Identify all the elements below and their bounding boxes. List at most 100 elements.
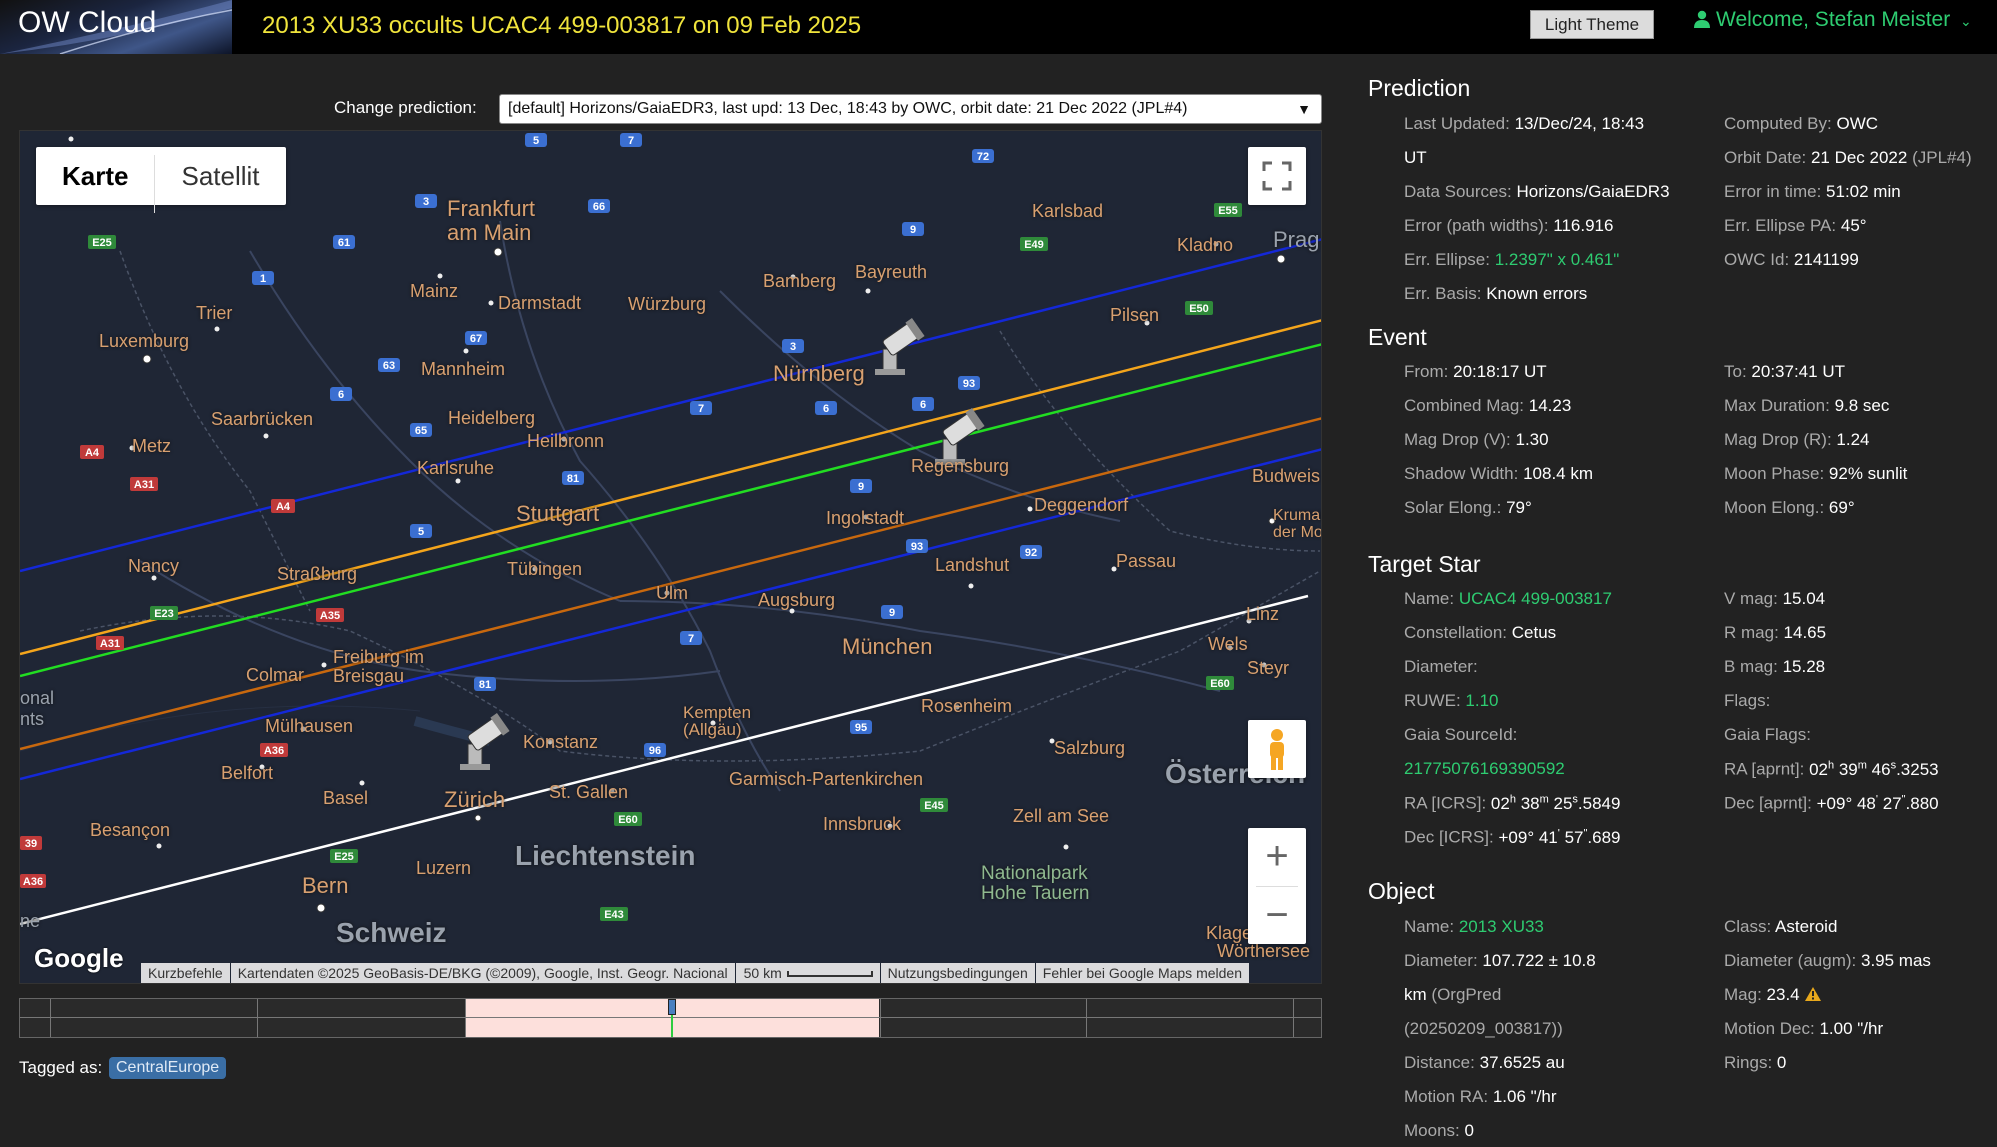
city-label: Karlsruhe bbox=[417, 458, 495, 478]
shadow-width-row: Shadow Width: 108.4 km bbox=[1404, 464, 1594, 483]
chevron-down-icon: ▼ bbox=[1297, 101, 1311, 117]
city-label: nts bbox=[20, 709, 45, 729]
object-name-row: Name: 2013 XU33 bbox=[1404, 917, 1544, 936]
page-title: 2013 XU33 occults UCAC4 499-003817 on 09… bbox=[262, 12, 862, 39]
ellipse-link[interactable]: 1.2397" x 0.461" bbox=[1495, 250, 1620, 269]
rings-row: Rings: 0 bbox=[1724, 1053, 1787, 1072]
last-updated-row: Last Updated: 13/Dec/24, 18:43 bbox=[1404, 114, 1645, 133]
svg-text:61: 61 bbox=[338, 237, 350, 249]
mag-drop-v-row: Mag Drop (V): 1.30 bbox=[1404, 430, 1549, 449]
svg-text:9: 9 bbox=[889, 607, 895, 619]
svg-text:A31: A31 bbox=[100, 638, 120, 650]
timeline-slider-handle[interactable] bbox=[667, 999, 676, 1015]
zoom-in-button[interactable]: + bbox=[1248, 828, 1306, 886]
svg-text:81: 81 bbox=[479, 679, 491, 691]
zoom-control: + − bbox=[1248, 828, 1306, 944]
orbit-date-row: Orbit Date: 21 Dec 2022 (JPL#4) bbox=[1724, 148, 1972, 167]
city-label: Basel bbox=[323, 788, 369, 808]
svg-text:67: 67 bbox=[470, 333, 482, 345]
svg-text:A35: A35 bbox=[320, 610, 340, 622]
city-label: Passau bbox=[1116, 551, 1177, 571]
city-label: Luxemburg bbox=[99, 331, 190, 351]
city-label: Wels bbox=[1208, 634, 1248, 654]
map-type-control: Karte Satellit bbox=[36, 147, 286, 213]
ellipse-row: Err. Ellipse: 1.2397" x 0.461" bbox=[1404, 250, 1620, 269]
svg-text:6: 6 bbox=[823, 403, 829, 415]
timeline-center-line bbox=[670, 1015, 673, 1037]
city-label: St. Gallen bbox=[549, 782, 629, 802]
combined-mag-row: Combined Mag: 14.23 bbox=[1404, 396, 1572, 415]
zoom-out-button[interactable]: − bbox=[1248, 887, 1306, 945]
svg-text:E60: E60 bbox=[1210, 678, 1230, 690]
city-label: Nancy bbox=[128, 556, 180, 576]
warning-icon bbox=[1805, 987, 1822, 1001]
map-type-satellit-button[interactable]: Satellit bbox=[155, 147, 285, 205]
svg-text:1: 1 bbox=[260, 273, 266, 285]
error-path-row: Error (path widths): 116.916 bbox=[1404, 216, 1614, 235]
city-label: Kladno bbox=[1177, 235, 1234, 255]
object-diameter-row: Diameter: 107.722 ± 10.8 bbox=[1404, 951, 1596, 970]
rmag-row: R mag: 14.65 bbox=[1724, 623, 1827, 642]
ra-aprnt-row: RA [aprnt]: 02h 39m 46s.3253 bbox=[1724, 759, 1939, 779]
city-label: Saarbrücken bbox=[211, 409, 314, 429]
svg-text:9: 9 bbox=[858, 481, 864, 493]
svg-text:A36: A36 bbox=[264, 745, 284, 757]
terms-link[interactable]: Nutzungsbedingungen bbox=[880, 963, 1035, 983]
flags-row: Flags: bbox=[1724, 691, 1771, 710]
city-label: München bbox=[842, 634, 933, 659]
telescope-icon[interactable] bbox=[875, 317, 925, 375]
city-label: Mainz bbox=[410, 281, 459, 301]
event-heading: Event bbox=[1368, 324, 1427, 350]
gaia-flags-row: Gaia Flags: bbox=[1724, 725, 1811, 744]
svg-text:E25: E25 bbox=[334, 851, 354, 863]
telescope-icon[interactable] bbox=[460, 712, 510, 770]
tag-badge[interactable]: CentralEurope bbox=[109, 1057, 227, 1079]
star-name-link[interactable]: UCAC4 499-003817 bbox=[1459, 589, 1612, 608]
city-label: Steyr bbox=[1247, 658, 1290, 678]
map-view[interactable]: 5 7 72 3 66 61 1 9 67 63 3 93 6766 65 81 9 5 93 92 9 7 … bbox=[19, 130, 1322, 984]
solar-elong-row: Solar Elong.: 79° bbox=[1404, 498, 1532, 517]
report-error-link[interactable]: Fehler bei Google Maps melden bbox=[1035, 963, 1249, 983]
err-basis-row: Err. Basis: Known errors bbox=[1404, 284, 1588, 303]
city-label: Kempten (Allgäu) bbox=[683, 703, 752, 739]
svg-text:93: 93 bbox=[963, 378, 975, 390]
timeline-tick bbox=[1086, 999, 1087, 1037]
fullscreen-button[interactable] bbox=[1248, 147, 1306, 205]
svg-text:9: 9 bbox=[910, 224, 916, 236]
gaia-source-label-row: Gaia SourceId: bbox=[1404, 725, 1518, 744]
city-label: Bayreuth bbox=[855, 262, 928, 282]
mag-drop-r-row: Mag Drop (R): 1.24 bbox=[1724, 430, 1870, 449]
country-label: Liechtenstein bbox=[515, 840, 696, 871]
scale-bar: 50 km bbox=[735, 963, 880, 983]
map-type-karte-button[interactable]: Karte bbox=[36, 147, 154, 205]
city-label: onal bbox=[20, 688, 55, 708]
prediction-select[interactable]: [default] Horizons/GaiaEDR3, last upd: 1… bbox=[499, 94, 1322, 124]
city-label: Heilbronn bbox=[527, 431, 605, 451]
keyboard-shortcuts-link[interactable]: Kurzbefehle bbox=[141, 963, 230, 983]
tagged-label: Tagged as: bbox=[19, 1058, 103, 1077]
timeline-tick bbox=[257, 999, 258, 1037]
city-label: Bamberg bbox=[763, 271, 837, 291]
object-name-link[interactable]: 2013 XU33 bbox=[1459, 917, 1544, 936]
brand-logo[interactable]: OW Cloud bbox=[0, 0, 232, 54]
city-label: Budweis bbox=[1252, 466, 1321, 486]
last-updated-ut: UT bbox=[1404, 148, 1427, 167]
brand-name: OW Cloud bbox=[18, 6, 157, 39]
svg-text:7: 7 bbox=[628, 135, 634, 147]
gaia-source-link[interactable]: 21775076169390592 bbox=[1404, 759, 1565, 778]
city-label: Belfort bbox=[221, 763, 274, 783]
city-label: ne bbox=[20, 911, 41, 931]
event-timeline[interactable] bbox=[19, 998, 1322, 1038]
gaia-source-id-row: 21775076169390592 bbox=[1404, 759, 1565, 779]
svg-text:3: 3 bbox=[790, 341, 796, 353]
city-label: Straßburg bbox=[277, 564, 358, 584]
ellipse-pa-row: Err. Ellipse PA: 45° bbox=[1724, 216, 1867, 235]
svg-text:3: 3 bbox=[423, 196, 429, 208]
street-view-pegman-button[interactable] bbox=[1248, 720, 1306, 778]
city-label: Linz bbox=[1246, 604, 1280, 624]
svg-text:92: 92 bbox=[1025, 547, 1037, 559]
timeline-tick bbox=[880, 999, 881, 1037]
change-prediction-label: Change prediction: bbox=[334, 98, 477, 117]
city-label: Landshut bbox=[935, 555, 1010, 575]
svg-text:63: 63 bbox=[383, 360, 395, 372]
